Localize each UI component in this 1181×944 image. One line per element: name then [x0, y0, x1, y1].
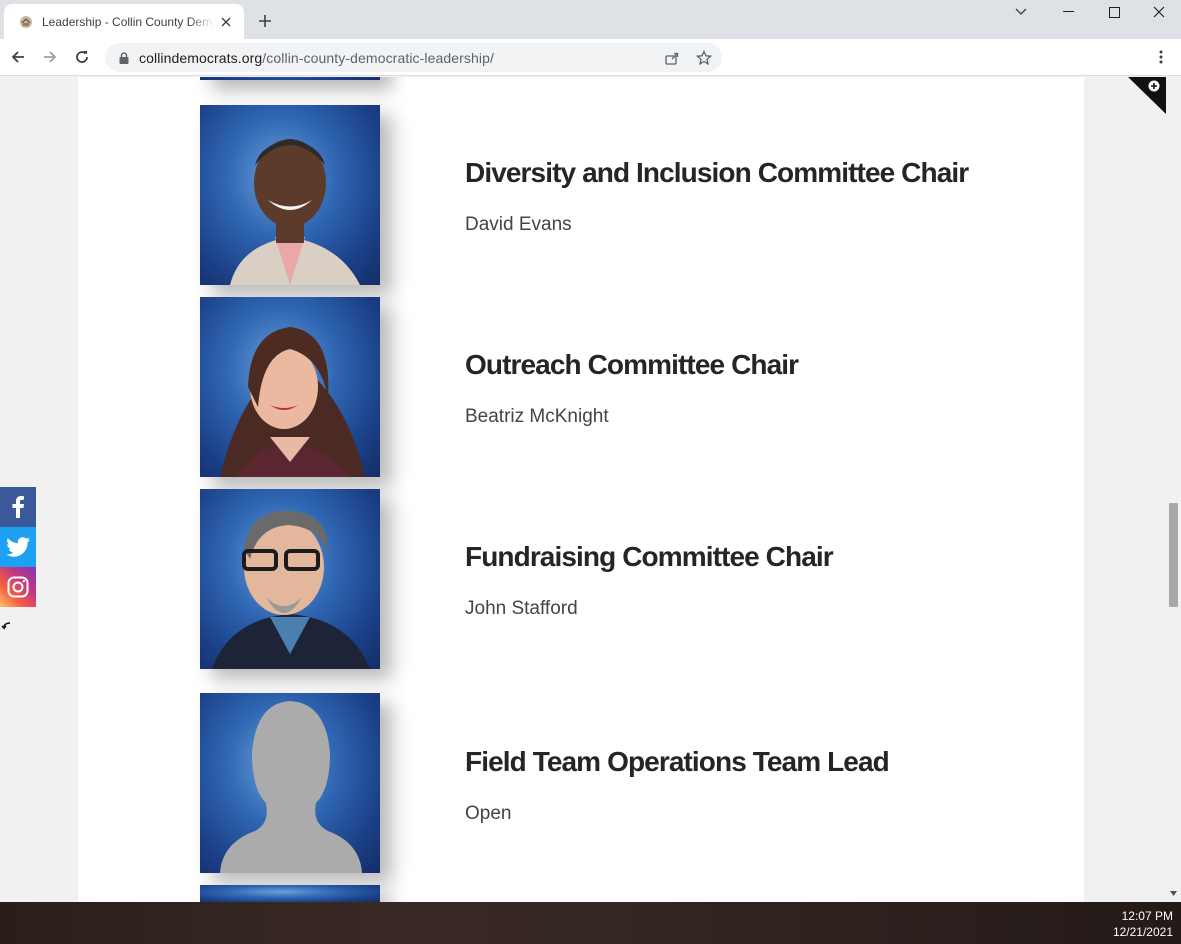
lock-icon[interactable]: [117, 51, 131, 65]
close-tab-icon[interactable]: [218, 14, 234, 30]
browser-toolbar: collindemocrats.org/collin-county-democr…: [0, 39, 1181, 76]
leader-title: Diversity and Inclusion Committee Chair: [465, 157, 969, 188]
leader-photo: [200, 105, 380, 285]
partial-photo-bottom: [200, 885, 380, 902]
placeholder-photo: [200, 693, 380, 873]
share-icon[interactable]: [663, 49, 681, 67]
instagram-icon: [7, 576, 29, 598]
browser-tab[interactable]: Leadership - Collin County Democratic Pa…: [4, 4, 244, 39]
tab-strip: Leadership - Collin County Democratic Pa…: [0, 0, 1181, 39]
bookmark-star-icon[interactable]: [695, 49, 713, 67]
address-bar[interactable]: collindemocrats.org/collin-county-democr…: [105, 43, 722, 72]
leader-photo: [200, 489, 380, 669]
leader-title: Field Team Operations Team Lead: [465, 746, 890, 777]
leader-photo: [200, 297, 380, 477]
content-column: Diversity and Inclusion Committee Chair …: [78, 77, 1084, 902]
page-scrollbar[interactable]: [1166, 77, 1181, 902]
taskbar-clock[interactable]: 12:07 PM 12/21/2021: [1113, 908, 1173, 940]
instagram-share-button[interactable]: [0, 567, 36, 607]
scrollbar-thumb[interactable]: [1169, 503, 1178, 607]
clock-time: 12:07 PM: [1121, 909, 1173, 923]
facebook-icon: [12, 496, 24, 518]
url-domain: collindemocrats.org: [139, 49, 263, 66]
leader-name: David Evans: [465, 214, 572, 235]
browser-menu-icon[interactable]: [1152, 45, 1170, 69]
back-button[interactable]: [6, 45, 30, 69]
close-window-button[interactable]: [1136, 0, 1181, 24]
forward-button[interactable]: [38, 45, 62, 69]
windows-taskbar: 12:07 PM 12/21/2021: [0, 902, 1181, 944]
page-viewport: Diversity and Inclusion Committee Chair …: [0, 77, 1181, 902]
accessibility-corner-badge[interactable]: [1128, 77, 1166, 114]
url-text: collindemocrats.org/collin-county-democr…: [139, 50, 494, 66]
minimize-button[interactable]: [1045, 0, 1091, 24]
reload-button[interactable]: [70, 45, 94, 69]
hide-share-bar-icon[interactable]: [0, 620, 12, 632]
leader-title: Fundraising Committee Chair: [465, 541, 834, 572]
partial-photo-top: [200, 77, 380, 80]
facebook-share-button[interactable]: [0, 487, 36, 527]
favicon-icon: [18, 14, 34, 30]
twitter-icon: [6, 537, 30, 557]
leader-title: Outreach Committee Chair: [465, 349, 799, 380]
clock-date: 12/21/2021: [1112, 925, 1173, 939]
url-path: /collin-county-democratic-leadership/: [262, 49, 494, 66]
new-tab-button[interactable]: [255, 11, 275, 31]
tab-search-icon[interactable]: [998, 0, 1044, 24]
leader-name: John Stafford: [465, 598, 578, 619]
leader-name: Beatriz McKnight: [465, 406, 609, 427]
tab-title: Leadership - Collin County Democratic Pa…: [42, 14, 214, 29]
twitter-share-button[interactable]: [0, 527, 36, 567]
scroll-down-arrow-icon[interactable]: [1169, 889, 1178, 898]
leader-name: Open: [465, 803, 512, 824]
maximize-button[interactable]: [1091, 0, 1137, 24]
